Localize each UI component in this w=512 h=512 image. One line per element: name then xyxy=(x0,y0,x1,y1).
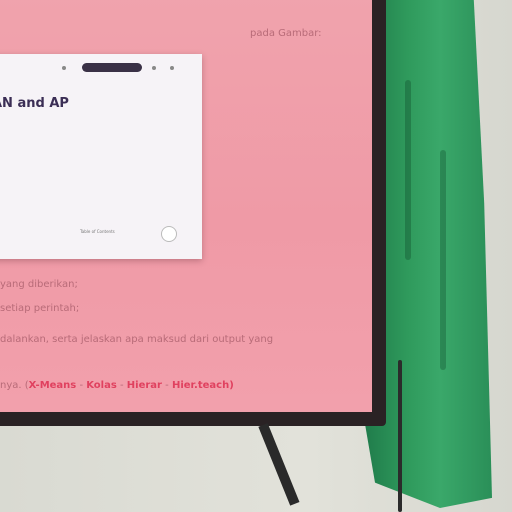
screen-text-line-3: dalankan, serta jelaskan apa maksud dari… xyxy=(0,334,274,345)
keyword-2: Kolas xyxy=(86,380,117,391)
sep-1: - xyxy=(76,380,87,391)
keyword-1: X-Means xyxy=(28,380,77,391)
card-toc-label: Table of Contents xyxy=(80,229,115,234)
tv-bezel: pada Gambar: AN and AP Table of Contents… xyxy=(0,0,386,426)
sep-2: - xyxy=(116,380,127,391)
slide-card: AN and AP Table of Contents xyxy=(0,54,202,259)
keyword-3: Hierar xyxy=(126,380,162,391)
sep-3: - xyxy=(161,380,172,391)
card-badge xyxy=(82,63,142,72)
toc-button[interactable] xyxy=(161,226,177,242)
screen-text-line-1: yang diberikan; xyxy=(0,279,78,290)
cloth-fold xyxy=(405,80,411,260)
card-title: AN and AP xyxy=(0,96,69,111)
dot-icon xyxy=(62,66,66,70)
cloth-fold xyxy=(440,150,446,370)
dot-icon xyxy=(152,66,156,70)
tv-screen: pada Gambar: AN and AP Table of Contents… xyxy=(0,0,372,412)
dot-icon xyxy=(170,66,174,70)
screen-text-top: pada Gambar: xyxy=(250,28,322,39)
keyword-4: Hier.teach) xyxy=(171,380,234,391)
line4-prefix: nya. ( xyxy=(0,380,29,391)
screen-text-line-2: setiap perintah; xyxy=(0,303,80,314)
tv-cable xyxy=(398,360,402,512)
screen-text-line-4: nya. (X-Means - Kolas - Hierar - Hier.te… xyxy=(0,380,234,391)
